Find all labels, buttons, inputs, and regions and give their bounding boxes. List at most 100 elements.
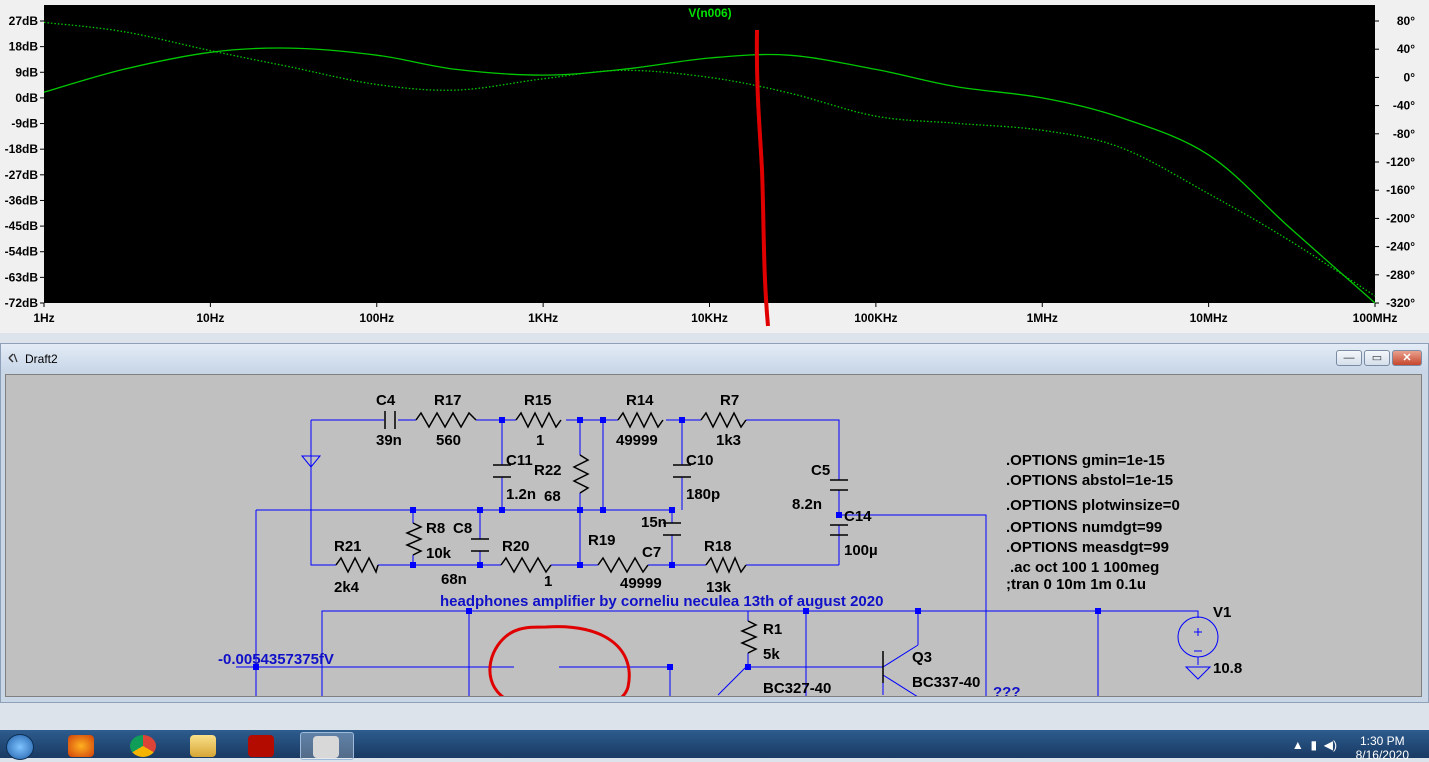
R19-value[interactable]: 49999	[620, 575, 662, 592]
system-tray[interactable]: ▲ ▮ ◀)	[1292, 738, 1337, 752]
R1-value[interactable]: 5k	[763, 646, 780, 663]
C14-ref[interactable]: C14	[844, 508, 872, 525]
R21-ref[interactable]: R21	[334, 538, 362, 555]
R15-value[interactable]: 1	[536, 432, 544, 449]
C5-value[interactable]: 8.2n	[792, 496, 822, 513]
C5-ref[interactable]: C5	[811, 462, 830, 479]
left-axis-label: 18dB	[9, 40, 39, 54]
C11-ref[interactable]: C11	[506, 452, 533, 469]
right-axis-label: 40°	[1397, 42, 1415, 56]
C8-value[interactable]: 68n	[441, 571, 467, 588]
C4-value[interactable]: 39n	[376, 432, 402, 449]
C4-ref[interactable]: C4	[376, 392, 396, 409]
R14-ref[interactable]: R14	[626, 392, 654, 409]
windows-orb-icon	[6, 734, 34, 760]
R22-value[interactable]: 68	[544, 488, 561, 505]
trace-label[interactable]: V(n006)	[688, 6, 731, 20]
schematic-comment[interactable]: headphones amplifier by corneliu neculea…	[440, 593, 883, 610]
folder-icon	[190, 735, 216, 757]
windows-taskbar: ▲ ▮ ◀) 1:30 PM 8/16/2020	[0, 730, 1429, 758]
x-axis-label: 10KHz	[691, 311, 728, 325]
spice-directive[interactable]: .OPTIONS gmin=1e-15	[1006, 452, 1165, 469]
R17-value[interactable]: 560	[436, 432, 461, 449]
x-axis-label: 100MHz	[1353, 311, 1398, 325]
taskbar-chrome[interactable]	[118, 732, 170, 758]
spice-directive[interactable]: .OPTIONS abstol=1e-15	[1006, 472, 1173, 489]
Q3-ref[interactable]: Q3	[912, 649, 932, 666]
transistor-model-label[interactable]: BC327-40	[763, 680, 831, 697]
C14-value[interactable]: 100µ	[844, 542, 878, 559]
right-axis-label: -120°	[1386, 155, 1415, 169]
taskbar-acrobat[interactable]	[236, 732, 288, 758]
C10-ref[interactable]: C10	[686, 452, 714, 469]
network-icon[interactable]: ▮	[1310, 738, 1317, 752]
ltspice-icon	[313, 736, 339, 758]
R8-ref[interactable]: R8	[426, 520, 445, 537]
R19-ref[interactable]: R19	[588, 532, 616, 549]
C11-value[interactable]: 1.2n	[506, 486, 536, 503]
right-axis-label: -240°	[1386, 240, 1415, 254]
schematic-window[interactable]: Draft2 — ▭ ✕	[0, 343, 1429, 703]
maximize-button[interactable]: ▭	[1364, 350, 1390, 366]
window-titlebar[interactable]: Draft2 — ▭ ✕	[1, 344, 1428, 372]
right-axis-label: -280°	[1386, 268, 1415, 282]
R21-value[interactable]: 2k4	[334, 579, 360, 596]
voltage-readout[interactable]: -0.0054357375fV	[218, 651, 334, 668]
spice-directive[interactable]: .OPTIONS measdgt=99	[1006, 539, 1169, 556]
R8-value[interactable]: 10k	[426, 545, 452, 562]
junction-dots	[253, 417, 1101, 670]
left-axis-label: -9dB	[11, 117, 38, 131]
R17-ref[interactable]: R17	[434, 392, 462, 409]
taskbar-firefox[interactable]	[56, 732, 108, 758]
x-axis-label: 1KHz	[528, 311, 558, 325]
left-axis-label: -27dB	[5, 168, 39, 182]
taskbar-ltspice[interactable]	[300, 732, 354, 760]
R1-ref[interactable]: R1	[763, 621, 782, 638]
right-axis-label: -160°	[1386, 183, 1415, 197]
spice-directive[interactable]: .ac oct 100 1 100meg	[1010, 559, 1159, 576]
R7-value[interactable]: 1k3	[716, 432, 741, 449]
partial-component-label[interactable]: C?	[1104, 696, 1124, 697]
V1-value[interactable]: 10.8	[1213, 660, 1242, 677]
V1-ref[interactable]: V1	[1213, 604, 1231, 621]
left-axis-label: -45dB	[5, 219, 39, 233]
C7-ref[interactable]: C7	[642, 544, 661, 561]
waveform-plot[interactable]: V(n006) 27dB18dB9dB0dB-9dB-18dB-27dB-36d…	[0, 0, 1429, 333]
R22-ref[interactable]: R22	[534, 462, 562, 479]
R18-ref[interactable]: R18	[704, 538, 732, 555]
schematic-drawing[interactable]: C4 39n R17 560 R15 1 R14 49999 R7 1k3 C1…	[6, 375, 1422, 697]
spice-directive[interactable]: .OPTIONS plotwinsize=0	[1006, 497, 1180, 514]
schematic-canvas[interactable]: C4 39n R17 560 R15 1 R14 49999 R7 1k3 C1…	[5, 374, 1422, 697]
R20-ref[interactable]: R20	[502, 538, 530, 555]
waveform-viewer[interactable]: V(n006) 27dB18dB9dB0dB-9dB-18dB-27dB-36d…	[0, 0, 1429, 333]
taskbar-explorer[interactable]	[178, 732, 230, 758]
C8-ref[interactable]: C8	[453, 520, 472, 537]
start-button[interactable]	[0, 732, 40, 758]
maximize-icon: ▭	[1365, 351, 1389, 365]
show-hidden-icons-icon[interactable]: ▲	[1292, 738, 1304, 752]
x-axis-label: 1Hz	[33, 311, 54, 325]
left-axis-label: -36dB	[5, 193, 39, 207]
R20-value[interactable]: 1	[544, 573, 552, 590]
spice-directive[interactable]: ;tran 0 10m 1m 0.1u	[1006, 576, 1146, 593]
close-button[interactable]: ✕	[1392, 350, 1422, 366]
ltspice-app-icon	[7, 352, 19, 364]
Q3-value[interactable]: BC337-40	[912, 674, 980, 691]
x-axis-label: 10Hz	[196, 311, 224, 325]
R7-ref[interactable]: R7	[720, 392, 739, 409]
left-axis-label: 9dB	[15, 65, 38, 79]
unknown-part-label[interactable]: ???	[993, 684, 1021, 697]
C7-value[interactable]: 15n	[641, 514, 667, 531]
R15-ref[interactable]: R15	[524, 392, 552, 409]
volume-icon[interactable]: ◀)	[1324, 738, 1337, 752]
minimize-button[interactable]: —	[1336, 350, 1362, 366]
left-axis-label: -54dB	[5, 245, 39, 259]
right-axis-label: -40°	[1393, 99, 1415, 113]
right-axis-label: 0°	[1404, 70, 1416, 84]
spice-directive[interactable]: .OPTIONS numdgt=99	[1006, 519, 1162, 536]
window-title: Draft2	[25, 352, 58, 366]
acrobat-icon	[248, 735, 274, 757]
R14-value[interactable]: 49999	[616, 432, 658, 449]
C10-value[interactable]: 180p	[686, 486, 720, 503]
clock-date: 8/16/2020	[1356, 748, 1409, 762]
